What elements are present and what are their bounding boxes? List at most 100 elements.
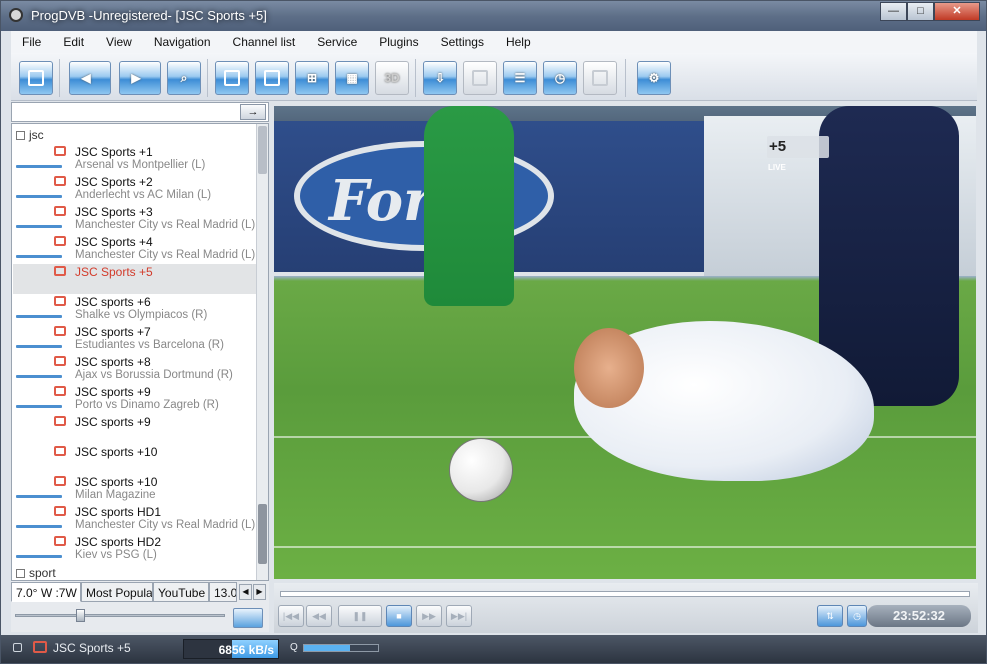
channel-name: JSC sports +9 <box>75 385 151 399</box>
channel-search-input[interactable]: → <box>11 102 269 122</box>
tv-icon <box>54 236 66 246</box>
back-button[interactable]: ◀ <box>69 61 111 95</box>
program-title: Estudiantes vs Barcelona (R) <box>75 339 224 351</box>
channel-item[interactable]: JSC sports HD1 Manchester City vs Real Ma… <box>13 504 256 534</box>
channel-item[interactable]: JSC sports +6 Shalke vs Olympiacos (R) <box>13 294 256 324</box>
search-go-button[interactable]: → <box>240 104 266 120</box>
program-title: Manchester City vs Real Madrid (L) <box>75 219 256 231</box>
program-title: Kiev vs PSG (L) <box>75 549 157 561</box>
maximize-button[interactable]: □ <box>907 2 934 21</box>
info-button[interactable] <box>583 61 617 95</box>
channel-list-scrollbar[interactable] <box>256 124 268 580</box>
forward-button[interactable]: ▶▶ <box>416 605 442 627</box>
pip-icon <box>264 70 280 86</box>
tv-icon <box>54 476 66 486</box>
3d-button[interactable]: 3D <box>375 61 409 95</box>
channel-list-button[interactable] <box>19 61 53 95</box>
tab-scroll-right-icon[interactable]: ▶ <box>253 584 266 600</box>
channel-name: JSC sports +10 <box>75 445 158 459</box>
scrollbar-thumb[interactable] <box>258 126 267 174</box>
menu-channel-list[interactable]: Channel list <box>222 31 307 49</box>
arrows-updown-icon: ⇅ <box>826 611 834 621</box>
channel-item[interactable]: JSC sports +8 Ajax vs Borussia Dortmund (… <box>13 354 256 384</box>
channel-item[interactable]: JSC sports +9 Porto vs Dinamo Zagreb (R) <box>13 384 256 414</box>
tab-satellite[interactable]: 7.0° W :7W <box>11 582 81 602</box>
video-frame[interactable]: Ford +5 LIVE <box>274 106 976 579</box>
channel-item[interactable]: JSC sports +10 <box>13 444 256 474</box>
signal-bar <box>16 165 62 168</box>
volume-slider[interactable] <box>15 609 225 622</box>
tv-icon <box>54 416 66 426</box>
channel-item[interactable]: JSC sports +7 Estudiantes vs Barcelona (R… <box>13 324 256 354</box>
goalkeeper-figure <box>424 106 514 306</box>
tv-icon <box>54 386 66 396</box>
channel-item[interactable]: JSC sports HD2 Kiev vs PSG (L) <box>13 534 256 564</box>
channel-list[interactable]: jsc JSC Sports +1 Arsenal vs Montpellier … <box>11 123 269 581</box>
epg-button[interactable]: ☰ <box>503 61 537 95</box>
signal-bar <box>16 315 62 318</box>
quality-meter-fill <box>304 645 350 651</box>
menu-settings[interactable]: Settings <box>430 31 495 49</box>
seek-bar[interactable] <box>280 591 970 597</box>
channel-item[interactable]: JSC sports +9 <box>13 414 256 444</box>
tab-13[interactable]: 13.0 <box>209 582 237 602</box>
channel-item[interactable]: JSC Sports +1 Arsenal vs Montpellier (L) <box>13 144 256 174</box>
channel-name: JSC sports +10 <box>75 475 158 489</box>
audio-track-button[interactable]: ⇅ <box>817 605 843 627</box>
pitch-line <box>274 546 976 548</box>
menu-navigation[interactable]: Navigation <box>143 31 222 49</box>
timeshift-button[interactable]: ◷ <box>847 605 867 627</box>
title-bar[interactable]: ProgDVB -Unregistered- [JSC Sports +5] —… <box>1 1 986 31</box>
tv-icon <box>54 446 66 456</box>
tv-icon <box>54 176 66 186</box>
channel-item-selected[interactable]: JSC Sports +5 <box>13 264 256 294</box>
group-sport[interactable]: sport <box>16 566 56 580</box>
channel-item[interactable]: JSC Sports +3 Manchester City vs Real Mad… <box>13 204 256 234</box>
channel-item[interactable]: JSC sports +10 Milan Magazine <box>13 474 256 504</box>
download-icon: ⇩ <box>434 71 446 85</box>
menu-plugins[interactable]: Plugins <box>368 31 429 49</box>
teletext-button[interactable] <box>463 61 497 95</box>
tab-scroll-left-icon[interactable]: ◀ <box>239 584 252 600</box>
close-button[interactable]: ✕ <box>934 2 980 21</box>
search-button[interactable]: ⌕ <box>167 61 201 95</box>
menu-service[interactable]: Service <box>306 31 368 49</box>
group-jsc[interactable]: jsc <box>16 128 44 142</box>
program-title: Arsenal vs Montpellier (L) <box>75 159 206 171</box>
mosaic-button[interactable]: ⊞ <box>295 61 329 95</box>
gear-icon: ⚙ <box>648 71 660 85</box>
live-label: LIVE <box>768 163 786 172</box>
menu-view[interactable]: View <box>95 31 143 49</box>
menu-file[interactable]: File <box>11 31 52 49</box>
record-download-button[interactable]: ⇩ <box>423 61 457 95</box>
rewind-button[interactable]: ◀◀ <box>306 605 332 627</box>
mute-button[interactable] <box>233 608 263 628</box>
stop-button[interactable]: ■ <box>386 605 412 627</box>
pip-button[interactable] <box>255 61 289 95</box>
scheduler-button[interactable]: ◷ <box>543 61 577 95</box>
menu-help[interactable]: Help <box>495 31 542 49</box>
forward-button[interactable]: ▶ <box>119 61 161 95</box>
window-mode-button[interactable] <box>215 61 249 95</box>
channel-name: JSC sports +6 <box>75 295 151 309</box>
pause-button[interactable]: ❚❚ <box>338 605 382 627</box>
multi-grid-button[interactable]: ▦ <box>335 61 369 95</box>
volume-slider-knob[interactable] <box>76 609 85 622</box>
tab-youtube[interactable]: YouTube <box>153 582 209 602</box>
football <box>449 438 513 502</box>
list-icon: ☰ <box>514 71 526 85</box>
tv-icon <box>54 536 66 546</box>
collapse-icon[interactable] <box>16 131 25 140</box>
toolbar-separator <box>207 59 208 97</box>
next-button[interactable]: ▶▶| <box>446 605 472 627</box>
channel-item[interactable]: JSC Sports +2 Anderlecht vs AC Milan (L) <box>13 174 256 204</box>
window-icon <box>224 70 240 86</box>
tv-icon <box>54 266 66 276</box>
minimize-button[interactable]: — <box>880 2 907 21</box>
tab-most-popular[interactable]: Most Popular <box>81 582 153 602</box>
previous-button[interactable]: |◀◀ <box>278 605 304 627</box>
settings-button[interactable]: ⚙ <box>637 61 671 95</box>
menu-edit[interactable]: Edit <box>52 31 95 49</box>
collapse-icon[interactable] <box>16 569 25 578</box>
channel-item[interactable]: JSC Sports +4 Manchester City vs Real Mad… <box>13 234 256 264</box>
